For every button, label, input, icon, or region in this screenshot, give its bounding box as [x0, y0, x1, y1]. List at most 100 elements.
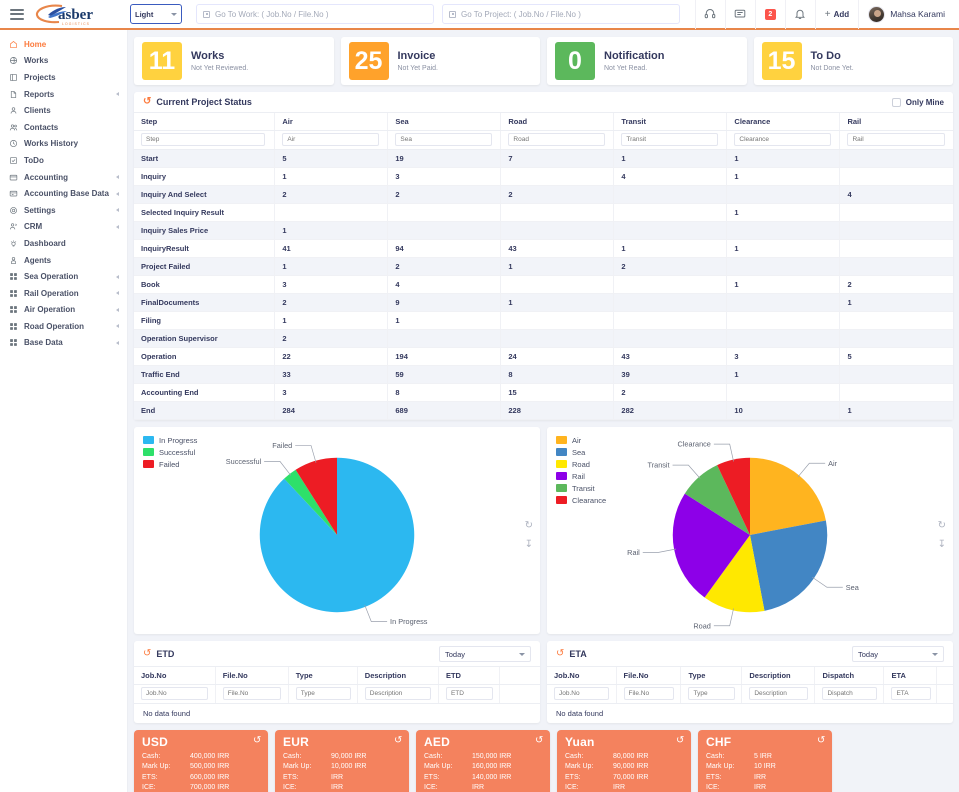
- currency-card-usd[interactable]: USD ↻ Cash: 400,000 IRR Mark Up: 500,000 IRR E…: [134, 730, 268, 792]
- eta-range-select[interactable]: Today: [852, 646, 944, 662]
- table-row[interactable]: Filing 1 1: [134, 311, 953, 330]
- refresh-icon[interactable]: ↻: [253, 735, 261, 746]
- filter-input-dispatch[interactable]: [822, 687, 878, 700]
- sidebar-item-rail-operation[interactable]: Rail Operation: [0, 285, 127, 302]
- column-header[interactable]: Job.No: [134, 666, 216, 685]
- column-header[interactable]: Transit: [613, 112, 727, 131]
- add-button[interactable]: + Add: [814, 0, 858, 29]
- column-header[interactable]: File.No: [214, 666, 289, 685]
- filter-input-file-no[interactable]: [222, 687, 282, 700]
- sidebar-item-settings[interactable]: Settings: [0, 202, 127, 219]
- refresh-icon[interactable]: ↻: [535, 735, 543, 746]
- table-row[interactable]: Inquiry 1 3 4 1: [134, 167, 953, 186]
- filter-input-job-no[interactable]: [554, 687, 610, 700]
- column-header[interactable]: Road: [500, 112, 614, 131]
- column-header[interactable]: Description: [356, 666, 439, 685]
- column-header[interactable]: Rail: [839, 112, 953, 131]
- stat-card-to-do[interactable]: 15 To Do Not Done Yet.: [753, 37, 953, 85]
- filter-input-eta[interactable]: [891, 687, 931, 700]
- filter-input-description[interactable]: [364, 687, 432, 700]
- sidebar-item-home[interactable]: Home: [0, 36, 127, 53]
- filter-input-sea[interactable]: [395, 133, 493, 146]
- bell-icon[interactable]: [784, 0, 815, 29]
- only-mine-checkbox[interactable]: [891, 97, 901, 107]
- table-row[interactable]: Operation Supervisor 2: [134, 329, 953, 348]
- column-header[interactable]: Sea: [387, 112, 501, 131]
- sidebar-item-works[interactable]: Works: [0, 53, 127, 70]
- refresh-icon[interactable]: ↻: [938, 521, 946, 531]
- message-badge-icon[interactable]: 2: [754, 0, 785, 29]
- currency-card-aed[interactable]: AED ↻ Cash: 150,000 IRR Mark Up: 160,000 IRR E…: [416, 730, 550, 792]
- table-row[interactable]: Project Failed 1 2 1 2: [134, 257, 953, 276]
- stat-card-invoice[interactable]: 25 Invoice Not Yet Paid.: [340, 37, 540, 85]
- refresh-icon[interactable]: ↻: [525, 521, 533, 531]
- refresh-icon[interactable]: ↻: [143, 648, 151, 659]
- column-header[interactable]: ETA: [883, 666, 937, 685]
- table-row[interactable]: Inquiry And Select 2 2 2 4: [134, 185, 953, 204]
- theme-select[interactable]: Light: [130, 4, 182, 24]
- refresh-icon[interactable]: ↻: [676, 735, 684, 746]
- refresh-icon[interactable]: ↻: [143, 96, 151, 107]
- column-header[interactable]: Description: [741, 666, 815, 685]
- sidebar-item-todo[interactable]: ToDo: [0, 152, 127, 169]
- column-header[interactable]: Dispatch: [814, 666, 884, 685]
- sidebar-item-works-history[interactable]: Works History: [0, 136, 127, 153]
- currency-card-eur[interactable]: EUR ↻ Cash: 90,000 IRR Mark Up: 10,000 IRR ETS…: [275, 730, 409, 792]
- table-row[interactable]: Inquiry Sales Price 1: [134, 221, 953, 240]
- sidebar-item-reports[interactable]: Reports: [0, 86, 127, 103]
- sidebar-item-accounting[interactable]: Accounting: [0, 169, 127, 186]
- sidebar-item-contacts[interactable]: Contacts: [0, 119, 127, 136]
- column-header[interactable]: Step: [134, 112, 275, 131]
- table-row[interactable]: Operation 22 194 24 43 3 5: [134, 347, 953, 366]
- table-row[interactable]: Accounting End 3 8 15 2: [134, 383, 953, 402]
- filter-input-clearance[interactable]: [734, 133, 832, 146]
- refresh-icon[interactable]: ↻: [817, 735, 825, 746]
- column-header[interactable]: Type: [680, 666, 742, 685]
- sidebar-item-crm[interactable]: CRM: [0, 219, 127, 236]
- filter-input-file-no[interactable]: [623, 687, 675, 700]
- table-row[interactable]: Start 5 19 7 1 1: [134, 149, 953, 168]
- table-row[interactable]: InquiryResult 41 94 43 1 1: [134, 239, 953, 258]
- filter-input-rail[interactable]: [847, 133, 945, 146]
- sidebar-item-dashboard[interactable]: Dashboard: [0, 235, 127, 252]
- refresh-icon[interactable]: ↻: [394, 735, 402, 746]
- filter-input-step[interactable]: [141, 133, 266, 146]
- filter-input-type[interactable]: [295, 687, 351, 700]
- pie-slice[interactable]: [259, 457, 415, 613]
- sidebar-item-road-operation[interactable]: Road Operation: [0, 318, 127, 335]
- filter-input-description[interactable]: [749, 687, 808, 700]
- only-mine-toggle[interactable]: Only Mine: [891, 97, 944, 107]
- column-header[interactable]: ETD: [437, 666, 500, 685]
- column-header[interactable]: Clearance: [726, 112, 840, 131]
- refresh-icon[interactable]: ↻: [556, 648, 564, 659]
- sidebar-item-base-data[interactable]: Base Data: [0, 335, 127, 352]
- etd-range-select[interactable]: Today: [439, 646, 531, 662]
- user-menu[interactable]: Mahsa Karami: [858, 0, 953, 29]
- stat-card-notification[interactable]: 0 Notification Not Yet Read.: [547, 37, 747, 85]
- filter-input-road[interactable]: [508, 133, 606, 146]
- filter-input-etd[interactable]: [445, 687, 493, 700]
- filter-input-job-no[interactable]: [141, 687, 208, 700]
- column-header[interactable]: Type: [287, 666, 358, 685]
- table-row[interactable]: Traffic End 33 59 8 39 1: [134, 365, 953, 384]
- stat-card-works[interactable]: 11 Works Not Yet Reviewed.: [134, 37, 334, 85]
- sidebar-item-air-operation[interactable]: Air Operation: [0, 302, 127, 319]
- filter-input-transit[interactable]: [621, 133, 719, 146]
- table-row[interactable]: End 284 689 228 282 10 1: [134, 401, 953, 420]
- table-row[interactable]: Book 3 4 1 2: [134, 275, 953, 294]
- table-row[interactable]: FinalDocuments 2 9 1 1: [134, 293, 953, 312]
- sidebar-item-projects[interactable]: Projects: [0, 69, 127, 86]
- sidebar-item-accounting-base-data[interactable]: Accounting Base Data: [0, 185, 127, 202]
- currency-card-chf[interactable]: CHF ↻ Cash: 5 IRR Mark Up: 10 IRR ETS: IRR ICE: I…: [698, 730, 832, 792]
- download-icon[interactable]: ↧: [525, 540, 533, 550]
- go-to-project-search[interactable]: Go To Project: ( Job.No / File.No ): [442, 4, 680, 24]
- download-icon[interactable]: ↧: [938, 540, 946, 550]
- column-header[interactable]: Air: [274, 112, 388, 131]
- filter-input-air[interactable]: [282, 133, 380, 146]
- brand-logo[interactable]: asber LOGISTICS: [32, 2, 124, 26]
- filter-input-type[interactable]: [688, 687, 736, 700]
- sidebar-item-clients[interactable]: Clients: [0, 102, 127, 119]
- go-to-work-search[interactable]: Go To Work: ( Job.No / File.No ): [196, 4, 434, 24]
- headset-icon[interactable]: [694, 0, 725, 29]
- column-header[interactable]: Job.No: [547, 666, 617, 685]
